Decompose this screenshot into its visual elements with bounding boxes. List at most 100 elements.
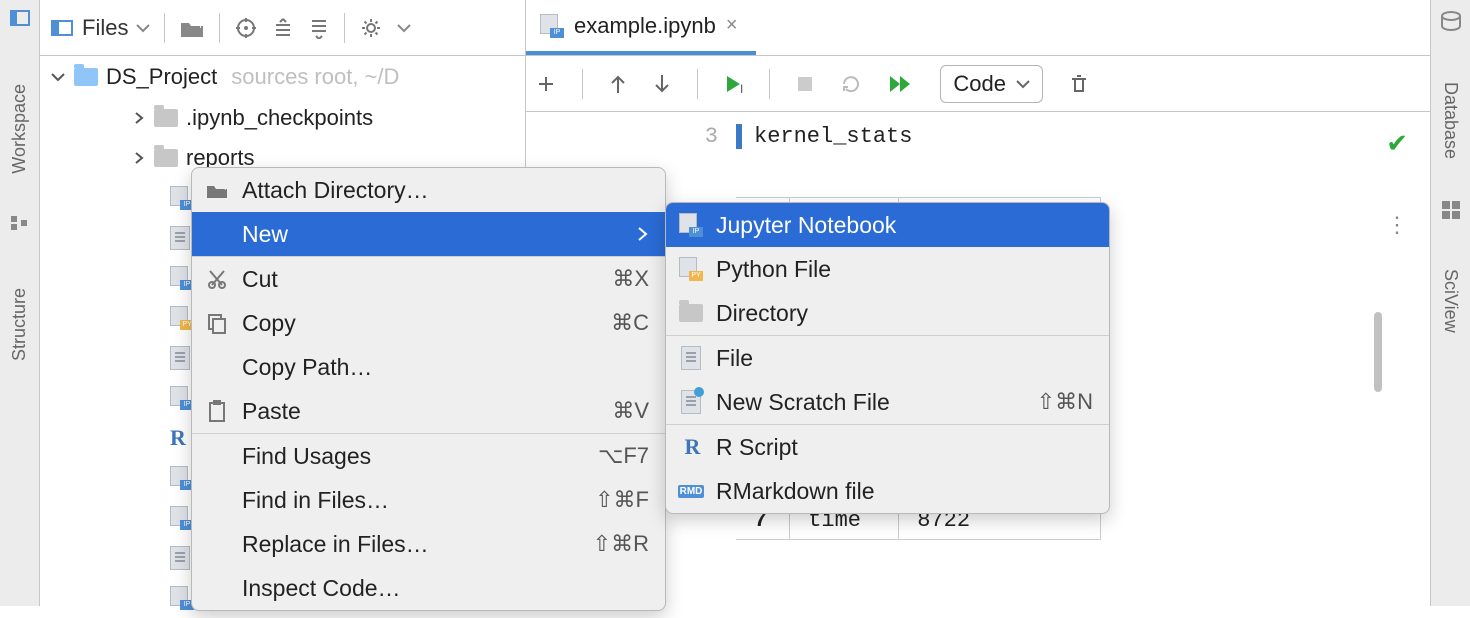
menu-item-label: Python File — [716, 256, 831, 283]
toolbar-separator — [344, 13, 345, 43]
workspace-icon[interactable] — [9, 8, 31, 28]
locate-icon[interactable] — [234, 16, 258, 40]
menu-item-label: Directory — [716, 300, 808, 327]
toolbar-separator — [697, 69, 698, 99]
code-content[interactable]: kernel_stats — [736, 124, 912, 149]
run-all-button[interactable] — [888, 74, 914, 94]
menu-item-find-in-files[interactable]: Find in Files… ⇧⌘F — [192, 478, 665, 522]
delete-cell-button[interactable] — [1069, 73, 1089, 95]
tree-folder[interactable]: .ipynb_checkpoints — [40, 98, 525, 138]
menu-item-label: Jupyter Notebook — [716, 212, 896, 239]
structure-tab[interactable]: Structure — [9, 288, 30, 361]
menu-item-label: Replace in Files… — [242, 531, 429, 558]
toolbar-separator — [582, 69, 583, 99]
ipynb-icon: IP — [676, 213, 706, 237]
menu-item-replace-in-files[interactable]: Replace in Files… ⇧⌘R — [192, 522, 665, 566]
toolbar-separator — [164, 13, 165, 43]
editor-tabs: IP example.ipynb × — [526, 0, 1430, 56]
file-icon — [170, 346, 190, 370]
editor-tab[interactable]: IP example.ipynb × — [526, 0, 756, 55]
structure-icon[interactable] — [10, 214, 30, 232]
sciview-icon[interactable] — [1440, 199, 1462, 221]
menu-item-attach-directory[interactable]: +Attach Directory… — [192, 168, 665, 212]
code-cell[interactable]: 3 kernel_stats — [526, 124, 1412, 149]
collapse-all-icon[interactable] — [308, 17, 330, 39]
move-up-button[interactable] — [609, 73, 627, 95]
gear-icon[interactable] — [359, 16, 383, 40]
tab-title: example.ipynb — [574, 13, 716, 39]
menu-item-inspect-code[interactable]: Inspect Code… — [192, 566, 665, 610]
cut-icon — [202, 268, 232, 290]
chevron-down-icon — [1016, 79, 1030, 89]
shortcut: ⇧⌘R — [593, 531, 649, 557]
menu-item-find-usages[interactable]: Find Usages⌥F7 — [192, 434, 665, 478]
chevron-right-icon — [132, 111, 146, 125]
menu-item-directory[interactable]: Directory — [666, 291, 1109, 335]
menu-item-jupyter-notebook[interactable]: IP Jupyter Notebook — [666, 203, 1109, 247]
files-selector[interactable]: Files — [50, 15, 150, 41]
new-submenu: IP Jupyter Notebook PY Python File Directory… — [665, 202, 1110, 514]
menu-item-label: Paste — [242, 398, 301, 425]
expand-all-icon[interactable] — [272, 17, 294, 39]
database-tab[interactable]: Database — [1440, 82, 1461, 159]
scrollbar-thumb[interactable] — [1374, 312, 1382, 392]
add-cell-button[interactable] — [536, 74, 556, 94]
scratch-icon — [676, 390, 706, 414]
menu-item-paste[interactable]: Paste ⌘V — [192, 389, 665, 433]
menu-item-label: New Scratch File — [716, 389, 890, 416]
r-icon: R — [676, 434, 706, 460]
move-down-button[interactable] — [653, 73, 671, 95]
copy-icon — [202, 312, 232, 334]
close-icon[interactable]: × — [726, 14, 738, 37]
py-icon: PY — [676, 257, 706, 281]
sources-root-label: sources root, ~/D — [231, 64, 399, 90]
project-name: DS_Project — [106, 64, 217, 90]
menu-item-label: R Script — [716, 434, 798, 461]
menu-item-label: Cut — [242, 266, 278, 293]
left-tool-strip: Workspace Structure — [0, 0, 40, 606]
shortcut: ⌘C — [611, 310, 649, 336]
sciview-tab[interactable]: SciView — [1440, 269, 1461, 333]
menu-item-label: RMarkdown file — [716, 478, 875, 505]
shortcut: ⇧⌘F — [595, 487, 649, 513]
menu-item-cut[interactable]: Cut ⌘X — [192, 257, 665, 301]
right-tool-strip: Database SciView — [1430, 0, 1470, 606]
shortcut: ⌥F7 — [598, 443, 649, 469]
shortcut: ⌘X — [612, 266, 649, 292]
folder-name: .ipynb_checkpoints — [186, 105, 373, 131]
panel-icon — [50, 18, 74, 38]
menu-item-python-file[interactable]: PY Python File — [666, 247, 1109, 291]
menu-item-new[interactable]: New — [192, 212, 665, 256]
menu-item-copy[interactable]: Copy ⌘C — [192, 301, 665, 345]
stop-button[interactable] — [796, 75, 814, 93]
file-icon — [676, 346, 706, 370]
chevron-down-icon[interactable] — [397, 23, 411, 33]
menu-item-new-scratch-file[interactable]: New Scratch File⇧⌘N — [666, 380, 1109, 424]
kebab-icon[interactable]: ⋮ — [1386, 212, 1408, 238]
menu-item-label: File — [716, 345, 753, 372]
files-label: Files — [82, 15, 128, 41]
menu-item-label: Copy Path… — [242, 354, 372, 381]
shortcut: ⌘V — [612, 398, 649, 424]
folder-icon — [676, 304, 706, 322]
run-cell-button[interactable]: I — [724, 72, 743, 96]
project-root[interactable]: DS_Project sources root, ~/D — [40, 56, 525, 98]
menu-item-label: Attach Directory… — [242, 177, 429, 204]
notebook-toolbar: I Code — [526, 56, 1430, 112]
menu-item-label: Copy — [242, 310, 296, 337]
restart-button[interactable] — [840, 73, 862, 95]
database-icon[interactable] — [1440, 10, 1462, 34]
workspace-tab[interactable]: Workspace — [9, 84, 30, 174]
menu-item-file[interactable]: File — [666, 336, 1109, 380]
menu-item-r-script[interactable]: R R Script — [666, 425, 1109, 469]
folder-icon — [154, 149, 178, 167]
sidebar-toolbar: Files + — [40, 0, 525, 56]
menu-item-rmarkdown-file[interactable]: RMDRMarkdown file — [666, 469, 1109, 513]
cell-type-select[interactable]: Code — [940, 65, 1043, 103]
attach-folder-icon[interactable]: + — [179, 17, 205, 39]
menu-item-copy-path[interactable]: Copy Path… — [192, 345, 665, 389]
chevron-right-icon — [637, 226, 649, 242]
menu-item-label: Inspect Code… — [242, 575, 401, 602]
menu-item-label: New — [242, 221, 288, 248]
menu-item-label: Find in Files… — [242, 487, 389, 514]
